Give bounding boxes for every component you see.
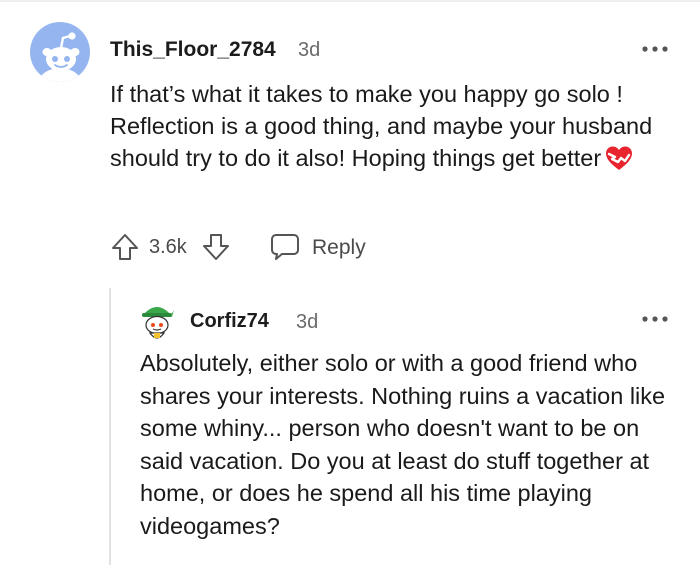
upvote-icon[interactable]: [110, 232, 140, 262]
comment-text: If that’s what it takes to make you happ…: [110, 81, 653, 171]
reply-label: Reply: [312, 236, 366, 259]
reply-author-name[interactable]: Corfiz74: [190, 310, 269, 333]
reply-body: Absolutely, either solo or with a good f…: [140, 350, 666, 539]
heart-on-fire-icon: [605, 145, 633, 179]
comment-timestamp: 3d: [298, 39, 321, 61]
more-options-icon[interactable]: [641, 41, 669, 57]
snoo-green-hat-icon: [142, 307, 174, 339]
downvote-icon[interactable]: [201, 232, 231, 262]
reply-more-options-icon[interactable]: [641, 311, 669, 327]
vote-score: 3.6k: [149, 236, 187, 258]
speech-bubble-icon: [270, 233, 300, 261]
comment-actions: 3.6k Reply: [110, 230, 410, 266]
comment-body: If that’s what it takes to make you happ…: [110, 78, 670, 179]
thread-line[interactable]: [109, 288, 111, 565]
reply-timestamp: 3d: [296, 311, 319, 333]
avatar[interactable]: [30, 22, 90, 82]
reply-avatar[interactable]: [140, 302, 174, 344]
reply-button[interactable]: Reply: [270, 230, 380, 264]
top-divider: [0, 0, 700, 2]
snoo-avatar-icon: [37, 32, 83, 82]
author-name[interactable]: This_Floor_2784: [110, 38, 276, 62]
